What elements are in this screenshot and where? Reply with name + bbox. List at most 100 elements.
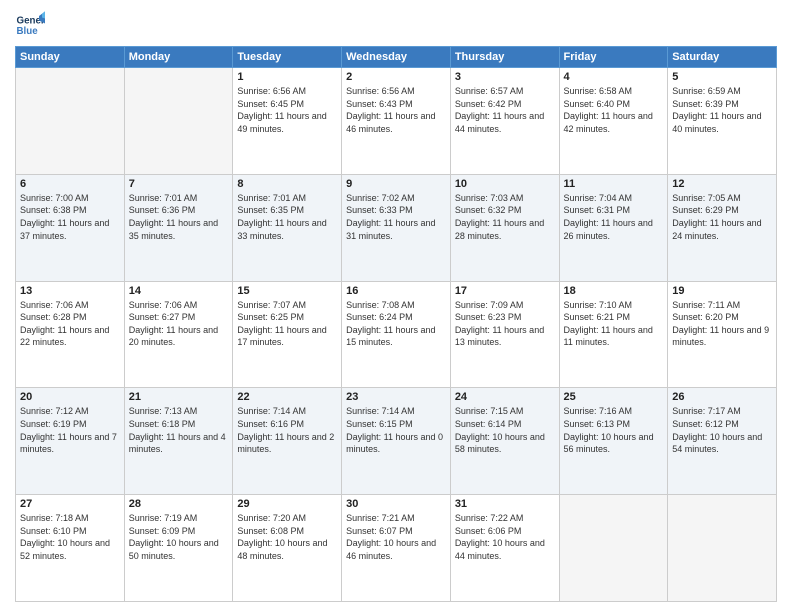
calendar-cell: 12Sunrise: 7:05 AM Sunset: 6:29 PM Dayli…	[668, 174, 777, 281]
col-header-friday: Friday	[559, 47, 668, 68]
day-info: Sunrise: 7:06 AM Sunset: 6:28 PM Dayligh…	[20, 299, 120, 349]
day-info: Sunrise: 7:20 AM Sunset: 6:08 PM Dayligh…	[237, 512, 337, 562]
calendar-week-5: 27 Sunrise: 7:18 AM Sunset: 6:10 PM Dayli…	[16, 495, 777, 602]
col-header-saturday: Saturday	[668, 47, 777, 68]
day-info: Sunrise: 7:13 AM Sunset: 6:18 PM Dayligh…	[129, 405, 229, 455]
day-number: 22	[237, 391, 337, 403]
day-info: Sunrise: 7:07 AM Sunset: 6:25 PM Dayligh…	[237, 299, 337, 349]
col-header-monday: Monday	[124, 47, 233, 68]
calendar-week-2: 6 Sunrise: 7:00 AM Sunset: 6:38 PM Daylig…	[16, 174, 777, 281]
day-number: 27	[20, 498, 120, 510]
day-info: Sunrise: 7:14 AM Sunset: 6:15 PM Dayligh…	[346, 405, 446, 455]
day-number: 4	[564, 71, 664, 83]
calendar-cell: 22 Sunrise: 7:14 AM Sunset: 6:16 PM Dayli…	[233, 388, 342, 495]
calendar-cell	[124, 68, 233, 175]
calendar-cell	[668, 495, 777, 602]
calendar-cell: 13Sunrise: 7:06 AM Sunset: 6:28 PM Dayli…	[16, 281, 125, 388]
calendar-cell: 14 Sunrise: 7:06 AM Sunset: 6:27 PM Dayli…	[124, 281, 233, 388]
day-info: Sunrise: 7:05 AM Sunset: 6:29 PM Dayligh…	[672, 192, 772, 242]
calendar-cell: 31 Sunrise: 7:22 AM Sunset: 6:06 PM Dayli…	[450, 495, 559, 602]
logo-icon: General Blue	[15, 10, 45, 40]
day-info: Sunrise: 7:15 AM Sunset: 6:14 PM Dayligh…	[455, 405, 555, 455]
day-info: Sunrise: 7:01 AM Sunset: 6:35 PM Dayligh…	[237, 192, 337, 242]
day-info: Sunrise: 6:59 AM Sunset: 6:39 PM Dayligh…	[672, 85, 772, 135]
calendar-cell: 24Sunrise: 7:15 AM Sunset: 6:14 PM Dayli…	[450, 388, 559, 495]
day-info: Sunrise: 7:22 AM Sunset: 6:06 PM Dayligh…	[455, 512, 555, 562]
day-number: 31	[455, 498, 555, 510]
day-number: 28	[129, 498, 229, 510]
calendar-cell: 21 Sunrise: 7:13 AM Sunset: 6:18 PM Dayli…	[124, 388, 233, 495]
day-info: Sunrise: 7:14 AM Sunset: 6:16 PM Dayligh…	[237, 405, 337, 455]
logo: General Blue	[15, 10, 49, 40]
day-number: 9	[346, 178, 446, 190]
calendar-cell: 11Sunrise: 7:04 AM Sunset: 6:31 PM Dayli…	[559, 174, 668, 281]
day-number: 8	[237, 178, 337, 190]
day-number: 26	[672, 391, 772, 403]
calendar-cell: 3Sunrise: 6:57 AM Sunset: 6:42 PM Daylig…	[450, 68, 559, 175]
day-number: 11	[564, 178, 664, 190]
calendar-cell: 5Sunrise: 6:59 AM Sunset: 6:39 PM Daylig…	[668, 68, 777, 175]
calendar-header-row: SundayMondayTuesdayWednesdayThursdayFrid…	[16, 47, 777, 68]
calendar-week-3: 13Sunrise: 7:06 AM Sunset: 6:28 PM Dayli…	[16, 281, 777, 388]
day-info: Sunrise: 7:02 AM Sunset: 6:33 PM Dayligh…	[346, 192, 446, 242]
calendar-cell: 25 Sunrise: 7:16 AM Sunset: 6:13 PM Dayli…	[559, 388, 668, 495]
day-info: Sunrise: 6:56 AM Sunset: 6:45 PM Dayligh…	[237, 85, 337, 135]
calendar-cell: 28 Sunrise: 7:19 AM Sunset: 6:09 PM Dayli…	[124, 495, 233, 602]
calendar-cell: 26 Sunrise: 7:17 AM Sunset: 6:12 PM Dayli…	[668, 388, 777, 495]
calendar-cell: 2 Sunrise: 6:56 AM Sunset: 6:43 PM Daylig…	[342, 68, 451, 175]
calendar-week-4: 20 Sunrise: 7:12 AM Sunset: 6:19 PM Dayli…	[16, 388, 777, 495]
calendar-week-1: 1 Sunrise: 6:56 AM Sunset: 6:45 PM Daylig…	[16, 68, 777, 175]
calendar-cell: 17Sunrise: 7:09 AM Sunset: 6:23 PM Dayli…	[450, 281, 559, 388]
calendar-cell: 6 Sunrise: 7:00 AM Sunset: 6:38 PM Daylig…	[16, 174, 125, 281]
calendar-cell: 29Sunrise: 7:20 AM Sunset: 6:08 PM Dayli…	[233, 495, 342, 602]
day-info: Sunrise: 7:12 AM Sunset: 6:19 PM Dayligh…	[20, 405, 120, 455]
day-info: Sunrise: 7:16 AM Sunset: 6:13 PM Dayligh…	[564, 405, 664, 455]
day-info: Sunrise: 7:00 AM Sunset: 6:38 PM Dayligh…	[20, 192, 120, 242]
day-number: 6	[20, 178, 120, 190]
day-info: Sunrise: 7:10 AM Sunset: 6:21 PM Dayligh…	[564, 299, 664, 349]
calendar-cell: 23 Sunrise: 7:14 AM Sunset: 6:15 PM Dayli…	[342, 388, 451, 495]
day-number: 25	[564, 391, 664, 403]
calendar-cell: 19Sunrise: 7:11 AM Sunset: 6:20 PM Dayli…	[668, 281, 777, 388]
col-header-sunday: Sunday	[16, 47, 125, 68]
day-info: Sunrise: 6:58 AM Sunset: 6:40 PM Dayligh…	[564, 85, 664, 135]
day-number: 2	[346, 71, 446, 83]
day-number: 14	[129, 285, 229, 297]
day-number: 16	[346, 285, 446, 297]
calendar-cell: 4 Sunrise: 6:58 AM Sunset: 6:40 PM Daylig…	[559, 68, 668, 175]
col-header-tuesday: Tuesday	[233, 47, 342, 68]
day-number: 15	[237, 285, 337, 297]
day-number: 30	[346, 498, 446, 510]
day-info: Sunrise: 7:21 AM Sunset: 6:07 PM Dayligh…	[346, 512, 446, 562]
calendar-cell: 7Sunrise: 7:01 AM Sunset: 6:36 PM Daylig…	[124, 174, 233, 281]
calendar-cell: 8 Sunrise: 7:01 AM Sunset: 6:35 PM Daylig…	[233, 174, 342, 281]
col-header-thursday: Thursday	[450, 47, 559, 68]
day-number: 18	[564, 285, 664, 297]
calendar-cell: 20 Sunrise: 7:12 AM Sunset: 6:19 PM Dayli…	[16, 388, 125, 495]
day-number: 23	[346, 391, 446, 403]
day-info: Sunrise: 6:57 AM Sunset: 6:42 PM Dayligh…	[455, 85, 555, 135]
day-info: Sunrise: 7:08 AM Sunset: 6:24 PM Dayligh…	[346, 299, 446, 349]
day-info: Sunrise: 7:06 AM Sunset: 6:27 PM Dayligh…	[129, 299, 229, 349]
day-info: Sunrise: 7:18 AM Sunset: 6:10 PM Dayligh…	[20, 512, 120, 562]
day-number: 1	[237, 71, 337, 83]
day-info: Sunrise: 7:01 AM Sunset: 6:36 PM Dayligh…	[129, 192, 229, 242]
calendar-cell: 16 Sunrise: 7:08 AM Sunset: 6:24 PM Dayli…	[342, 281, 451, 388]
calendar-cell: 30 Sunrise: 7:21 AM Sunset: 6:07 PM Dayli…	[342, 495, 451, 602]
calendar-body: 1 Sunrise: 6:56 AM Sunset: 6:45 PM Daylig…	[16, 68, 777, 602]
day-info: Sunrise: 7:03 AM Sunset: 6:32 PM Dayligh…	[455, 192, 555, 242]
day-number: 17	[455, 285, 555, 297]
day-number: 20	[20, 391, 120, 403]
day-info: Sunrise: 7:19 AM Sunset: 6:09 PM Dayligh…	[129, 512, 229, 562]
calendar-cell: 10 Sunrise: 7:03 AM Sunset: 6:32 PM Dayli…	[450, 174, 559, 281]
day-number: 21	[129, 391, 229, 403]
header: General Blue	[15, 10, 777, 40]
calendar-cell: 1 Sunrise: 6:56 AM Sunset: 6:45 PM Daylig…	[233, 68, 342, 175]
day-info: Sunrise: 6:56 AM Sunset: 6:43 PM Dayligh…	[346, 85, 446, 135]
calendar-cell: 15 Sunrise: 7:07 AM Sunset: 6:25 PM Dayli…	[233, 281, 342, 388]
day-number: 10	[455, 178, 555, 190]
calendar-cell: 18 Sunrise: 7:10 AM Sunset: 6:21 PM Dayli…	[559, 281, 668, 388]
calendar-cell	[559, 495, 668, 602]
col-header-wednesday: Wednesday	[342, 47, 451, 68]
day-info: Sunrise: 7:17 AM Sunset: 6:12 PM Dayligh…	[672, 405, 772, 455]
